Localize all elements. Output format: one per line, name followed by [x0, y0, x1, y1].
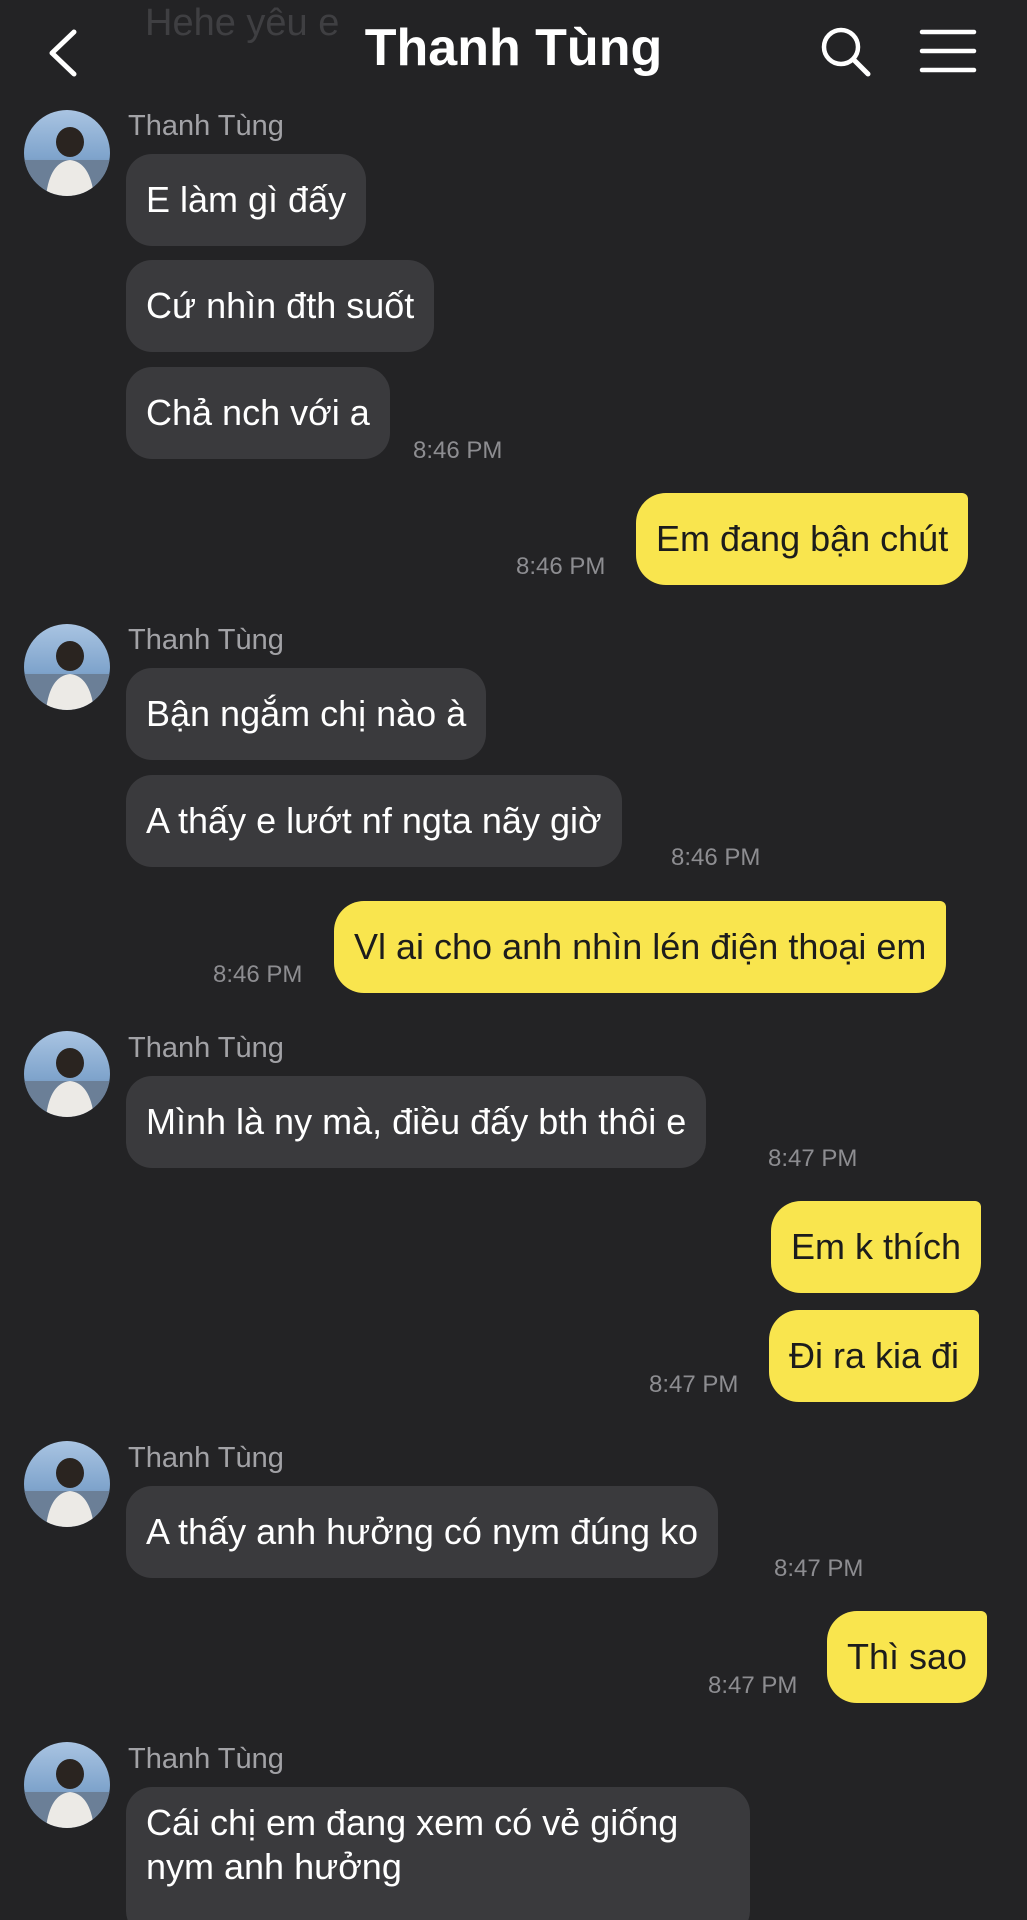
- message-timestamp: 8:47 PM: [774, 1555, 864, 1582]
- message-timestamp: 8:47 PM: [768, 1145, 858, 1172]
- sender-avatar[interactable]: [24, 1441, 110, 1527]
- message-timestamp: 8:46 PM: [516, 553, 606, 580]
- incoming-message-bubble[interactable]: Chả nch với a: [126, 367, 390, 459]
- message-timestamp: 8:46 PM: [413, 437, 503, 464]
- search-button[interactable]: [818, 24, 874, 80]
- message-timestamp: 8:47 PM: [708, 1672, 798, 1699]
- hamburger-menu-icon: [919, 29, 977, 73]
- sender-avatar[interactable]: [24, 1742, 110, 1828]
- outgoing-message-bubble[interactable]: Vl ai cho anh nhìn lén điện thoại em: [334, 901, 947, 993]
- avatar-photo-icon: [24, 1458, 110, 1527]
- menu-button[interactable]: [918, 26, 978, 76]
- outgoing-message-bubble[interactable]: Đi ra kia đi: [769, 1310, 980, 1402]
- avatar-photo-icon: [24, 127, 110, 196]
- avatar-photo-icon: [24, 641, 110, 710]
- incoming-message-bubble[interactable]: Mình là ny mà, điều đấy bth thôi e: [126, 1076, 707, 1168]
- sender-name: Thanh Tùng: [128, 1442, 284, 1474]
- outgoing-message-bubble[interactable]: Em k thích: [771, 1201, 982, 1293]
- search-icon: [821, 27, 871, 77]
- incoming-message-bubble[interactable]: A thấy anh hưởng có nym đúng ko: [126, 1486, 719, 1578]
- outgoing-message-bubble[interactable]: Thì sao: [827, 1611, 988, 1703]
- sender-name: Thanh Tùng: [128, 110, 284, 142]
- message-timestamp: 8:46 PM: [671, 844, 761, 871]
- chat-screen: Hehe yêu e Thanh Tùng Thanh Tùng E làm g…: [0, 0, 1027, 1920]
- sender-name: Thanh Tùng: [128, 1743, 284, 1775]
- sender-avatar[interactable]: [24, 1031, 110, 1117]
- incoming-message-bubble[interactable]: Cứ nhìn đth suốt: [126, 260, 435, 352]
- message-text-line: nym anh hưởng: [146, 1846, 402, 1887]
- sender-name: Thanh Tùng: [128, 624, 284, 656]
- avatar-photo-icon: [24, 1759, 110, 1828]
- outgoing-message-bubble[interactable]: Em đang bận chút: [636, 493, 969, 585]
- message-text-line: Cái chị em đang xem có vẻ giống: [146, 1802, 679, 1843]
- incoming-message-bubble[interactable]: E làm gì đấy: [126, 154, 367, 246]
- avatar-photo-icon: [24, 1048, 110, 1117]
- sender-name: Thanh Tùng: [128, 1032, 284, 1064]
- chat-header: Hehe yêu e Thanh Tùng: [0, 0, 1027, 104]
- sender-avatar[interactable]: [24, 110, 110, 196]
- incoming-message-bubble[interactable]: A thấy e lướt nf ngta nãy giờ: [126, 775, 622, 867]
- sender-avatar[interactable]: [24, 624, 110, 710]
- message-timestamp: 8:47 PM: [649, 1371, 739, 1398]
- message-timestamp: 8:46 PM: [213, 961, 303, 988]
- incoming-message-bubble[interactable]: Cái chị em đang xem có vẻ giống nym anh …: [126, 1787, 750, 1920]
- incoming-message-bubble[interactable]: Bận ngắm chị nào à: [126, 668, 487, 760]
